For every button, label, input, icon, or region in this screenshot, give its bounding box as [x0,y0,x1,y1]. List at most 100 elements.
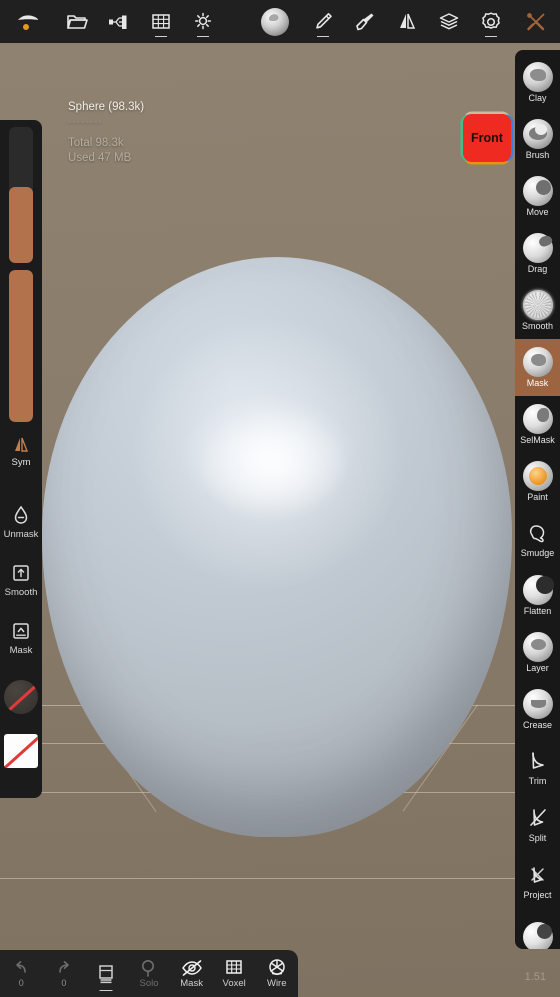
mask-toggle[interactable]: Mask [170,950,213,997]
material-icon-button[interactable] [248,0,302,43]
tool-smudge[interactable]: Smudge [515,510,560,567]
solo-toggle[interactable]: Solo [128,950,171,997]
material-icon [261,7,289,36]
tool-mask[interactable]: Mask [515,339,560,396]
intensity-slider[interactable] [9,270,33,422]
flatten-orb-icon [522,575,554,605]
paint-brush-icon [356,13,374,30]
sphere-mesh[interactable] [42,257,512,837]
symmetry-icon-button[interactable] [386,0,428,43]
grid-line-h [0,878,560,879]
stroke-icon-button[interactable] [302,0,344,43]
version-label: 1.51 [524,971,546,983]
alpha-swatch[interactable] [4,680,38,714]
tool-label: Split [528,833,547,843]
sym-toggle[interactable]: Sym [0,436,42,468]
left-tool-panel[interactable]: Sym Unmask Smooth Mask [0,120,42,798]
view-gizmo-front-button[interactable]: Front [463,114,511,162]
smooth-button[interactable]: Smooth [0,562,42,598]
radius-slider[interactable] [9,127,33,263]
tool-layer[interactable]: Layer [515,624,560,681]
layers-icon-button[interactable] [428,0,470,43]
disabled-slash-icon [4,680,38,714]
tools-icon-button[interactable] [512,0,560,43]
tool-move[interactable]: Move [515,168,560,225]
files-icon-button[interactable] [56,0,98,43]
selmask-orb-icon [522,404,553,434]
drag-orb-icon [522,233,554,263]
redo-button[interactable]: 0 [43,950,86,997]
tool-clay[interactable]: Clay [515,54,560,111]
tool-brush[interactable]: Brush [515,111,560,168]
tool-label: SelMask [520,435,555,445]
viewport-3d[interactable]: Sphere (98.3k) -------- Total 98.3k Used… [0,43,560,997]
tool-label: Layer [526,663,549,673]
layers-button[interactable] [85,950,128,997]
redo-count: 0 [61,978,67,988]
gear-icon [482,11,500,29]
texture-swatch[interactable] [4,734,38,768]
voxel-label: Voxel [222,978,246,989]
smooth-label: Smooth [4,587,38,598]
wire-label: Wire [266,978,287,989]
tool-label: Paint [527,492,548,502]
solo-label: Solo [139,978,159,989]
mask-button[interactable]: Mask [0,620,42,656]
stroke-submenu-indicator [317,35,329,37]
view-gizmo-label: Front [471,131,503,145]
tool-selmask[interactable]: SelMask [515,396,560,453]
undo-count: 0 [18,978,24,988]
trim-icon [531,752,544,769]
unmask-button[interactable]: Unmask [0,504,42,540]
right-tool-panel[interactable]: Clay Brush Move Drag Smooth Mask SelMask… [515,50,560,949]
lighting-icon-button[interactable] [182,0,224,43]
brush-pen-icon [316,12,332,29]
smooth-orb-icon [522,290,553,320]
tool-paint[interactable]: Paint [515,453,560,510]
mask-orb-icon [522,347,553,377]
tool-label: Drag [527,264,548,274]
voxel-icon [226,960,242,974]
tool-label: Mask [526,378,549,388]
tool-label: Smooth [521,321,554,331]
clay-orb-icon [522,62,553,92]
smudge-icon [529,525,544,543]
tool-label: Project [523,890,552,900]
tool-split[interactable]: Split [515,795,560,852]
undo-button[interactable]: 0 [0,950,43,997]
scene-icon-button[interactable] [0,0,56,43]
undo-icon [16,961,27,973]
topology-icon-button[interactable] [98,0,140,43]
smooth-up-icon [13,565,29,581]
wire-toggle[interactable]: Wire [255,950,298,997]
eye-off-icon [181,960,202,976]
solo-icon [142,960,155,977]
top-toolbar[interactable] [0,0,560,43]
bottom-toolbar[interactable]: 0 0 Solo Mask Voxel Wire [0,950,298,997]
tool-trim[interactable]: Trim [515,738,560,795]
tool-label: Trim [528,776,547,786]
move-orb-icon [522,176,553,206]
voxel-button[interactable]: Voxel [213,950,256,997]
grid-icon-button[interactable] [140,0,182,43]
folder-icon [67,14,88,29]
tool-next[interactable] [515,909,560,949]
tools-icon [527,12,545,30]
tool-crease[interactable]: Crease [515,681,560,738]
tool-project[interactable]: Project [515,852,560,909]
unmask-drop-icon [14,505,28,524]
scene-icon [18,14,38,30]
paint-icon-button[interactable] [344,0,386,43]
mask-label: Mask [180,978,203,989]
unmask-label: Unmask [3,529,39,540]
settings-icon-button[interactable] [470,0,512,43]
tool-flatten[interactable]: Flatten [515,567,560,624]
symmetry-mirror-icon [400,13,416,29]
lighting-submenu-indicator [197,35,209,37]
redo-icon [59,961,69,973]
next-orb-icon [522,922,553,949]
lighting-icon [194,12,212,29]
tool-label: Brush [525,150,550,160]
tool-smooth[interactable]: Smooth [515,282,560,339]
tool-drag[interactable]: Drag [515,225,560,282]
